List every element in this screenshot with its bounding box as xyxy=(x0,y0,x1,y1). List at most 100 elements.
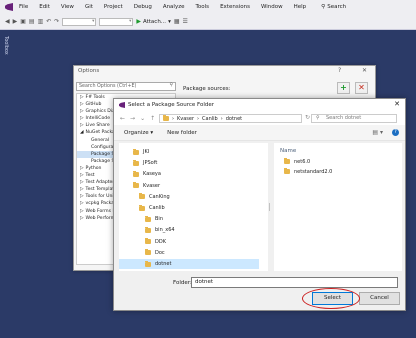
menu-file[interactable]: File xyxy=(19,4,28,10)
forward-arrow-icon[interactable]: → xyxy=(130,115,135,122)
help-icon[interactable]: ? xyxy=(338,67,341,74)
nav-folder-item[interactable]: DDK xyxy=(119,237,259,247)
nav-folder-item[interactable]: Doc xyxy=(119,248,259,258)
back-arrow-icon[interactable]: ← xyxy=(120,115,125,122)
content-folder-label: netstandard2.0 xyxy=(294,168,333,175)
attach-button[interactable]: ▶ Attach... ▾ xyxy=(136,18,171,25)
visual-studio-logo-icon xyxy=(5,3,13,11)
expand-chevron-icon[interactable]: ▷ xyxy=(80,102,84,107)
expand-chevron-icon[interactable]: ▷ xyxy=(80,123,84,128)
nav-folder-item[interactable]: JPSoft xyxy=(119,158,259,168)
new-project-icon[interactable]: ▣ xyxy=(20,18,26,25)
recent-dropdown-icon[interactable]: ⌄ xyxy=(140,115,145,122)
nav-folder-item[interactable]: JKI xyxy=(119,147,259,157)
search-icon: ⚲ xyxy=(321,4,326,10)
expand-chevron-icon[interactable]: ▷ xyxy=(80,180,84,185)
up-arrow-icon[interactable]: ↑ xyxy=(150,115,155,122)
dialog-title: Select a Package Source Folder xyxy=(128,102,215,108)
remove-source-icon[interactable]: ✕ xyxy=(355,82,368,94)
menu-window[interactable]: Window xyxy=(261,4,283,10)
expand-chevron-icon[interactable]: ▷ xyxy=(80,116,84,121)
new-folder-button[interactable]: New folder xyxy=(167,130,197,136)
nav-folder-label: CanKing xyxy=(149,193,170,200)
open-icon[interactable]: ▤ xyxy=(29,18,35,25)
menu-edit[interactable]: Edit xyxy=(39,4,50,10)
options-tree-label: General xyxy=(91,137,110,143)
options-tree-label: Tools for Unit xyxy=(85,194,116,200)
expand-chevron-icon[interactable]: ▷ xyxy=(80,166,84,171)
column-header-name[interactable]: Name xyxy=(280,148,296,154)
nav-folder-item[interactable]: Bin xyxy=(119,214,259,224)
folder-input[interactable]: dotnet xyxy=(191,277,398,288)
expand-chevron-icon[interactable]: ▷ xyxy=(80,201,84,206)
toolbox-tab[interactable]: Toolbox xyxy=(3,36,9,55)
back-icon[interactable]: ◀ xyxy=(5,18,10,25)
menu-tools[interactable]: Tools xyxy=(196,4,210,10)
redo-icon[interactable]: ↷ xyxy=(54,18,59,25)
expand-chevron-icon[interactable]: ▷ xyxy=(80,194,84,199)
nav-scrollbar[interactable] xyxy=(268,143,270,271)
nav-folder-item[interactable]: CanKing xyxy=(119,192,259,202)
content-folder-item[interactable]: netstandard2.0 xyxy=(284,167,332,176)
undo-icon[interactable]: ↶ xyxy=(46,18,51,25)
menu-project[interactable]: Project xyxy=(104,4,123,10)
menu-analyze[interactable]: Analyze xyxy=(163,4,185,10)
options-tree-label: Web Perform xyxy=(85,215,116,221)
search-button[interactable]: ⚲ Search xyxy=(321,4,346,10)
configuration-dropdown[interactable]: ▾ xyxy=(62,17,97,26)
close-icon[interactable]: ✕ xyxy=(362,67,367,74)
nav-folder-item[interactable]: dotnet xyxy=(119,259,259,269)
options-tree-label: IntelliCode xyxy=(85,116,111,122)
cancel-button[interactable]: Cancel xyxy=(359,292,400,305)
menu-debug[interactable]: Debug xyxy=(134,4,152,10)
folder-icon xyxy=(133,170,139,177)
breadcrumb[interactable]: › Kvaser › Canlib › dotnet xyxy=(159,114,302,123)
breadcrumb-canlib[interactable]: Canlib xyxy=(202,116,218,122)
dialog-search-input[interactable]: ⚲ Search dotnet xyxy=(311,114,397,123)
menu-help[interactable]: Help xyxy=(294,4,307,10)
chevron-down-icon: ▾ xyxy=(92,19,95,24)
save-icon[interactable]: ▥ xyxy=(38,18,44,25)
play-icon: ▶ xyxy=(136,18,141,25)
close-icon[interactable]: ✕ xyxy=(394,100,400,108)
menu-git[interactable]: Git xyxy=(85,4,93,10)
dialog-search-placeholder: Search dotnet xyxy=(326,115,362,121)
folder-icon xyxy=(284,158,290,164)
options-search-input[interactable]: Search Options (Ctrl+E) ⚲ xyxy=(76,82,176,91)
view-options-icon[interactable]: ▤ ▾ xyxy=(372,129,383,136)
folder-icon xyxy=(133,182,139,189)
menu-extensions[interactable]: Extensions xyxy=(220,4,250,10)
organize-button[interactable]: Organize ▾ xyxy=(124,130,153,136)
folder-label: Folder: xyxy=(173,280,192,286)
nav-folder-item[interactable]: Kaseya xyxy=(119,169,259,179)
nav-folder-item[interactable]: Kvaser xyxy=(119,181,259,191)
options-tree-label: Live Share xyxy=(85,123,110,129)
toolbar: ◀ ▶ ▣ ▤ ▥ ↶ ↷ ▾ ▾ ▶ Attach... ▾ ▦ ☰ xyxy=(0,14,416,30)
expand-chevron-icon[interactable]: ▷ xyxy=(80,173,84,178)
breadcrumb-kvaser[interactable]: Kvaser xyxy=(177,116,194,122)
expand-chevron-icon[interactable]: ▷ xyxy=(80,187,84,192)
expand-chevron-icon[interactable]: ▷ xyxy=(80,109,84,114)
refresh-icon[interactable]: ↻ xyxy=(305,114,310,121)
platform-dropdown[interactable]: ▾ xyxy=(99,17,134,26)
breadcrumb-dotnet[interactable]: dotnet xyxy=(226,116,242,122)
menu-view[interactable]: View xyxy=(61,4,74,10)
expand-chevron-icon[interactable]: ▷ xyxy=(80,95,84,100)
help-icon[interactable]: ? xyxy=(392,129,399,136)
content-pane: Name net6.0 netstandard2.0 xyxy=(274,143,402,271)
expand-chevron-icon[interactable]: ▷ xyxy=(80,209,84,214)
nav-folder-item[interactable]: bin_x64 xyxy=(119,225,259,235)
expand-chevron-icon[interactable]: ▷ xyxy=(80,216,84,221)
content-folder-item[interactable]: net6.0 xyxy=(284,157,310,166)
menu-bar: File Edit View Git Project Debug Analyze… xyxy=(0,0,416,14)
add-source-icon[interactable]: + xyxy=(337,82,350,94)
visual-studio-logo-icon xyxy=(119,102,125,108)
expand-chevron-icon[interactable]: ◢ xyxy=(80,130,84,135)
content-folder-label: net6.0 xyxy=(294,158,311,165)
nav-folder-item[interactable]: Canlib xyxy=(119,203,259,213)
customize-icon[interactable]: ☰ xyxy=(183,18,188,25)
layout-icon[interactable]: ▦ xyxy=(174,18,180,25)
scrollbar-thumb[interactable] xyxy=(269,203,270,211)
folder-icon xyxy=(133,148,139,155)
forward-icon[interactable]: ▶ xyxy=(13,18,18,25)
